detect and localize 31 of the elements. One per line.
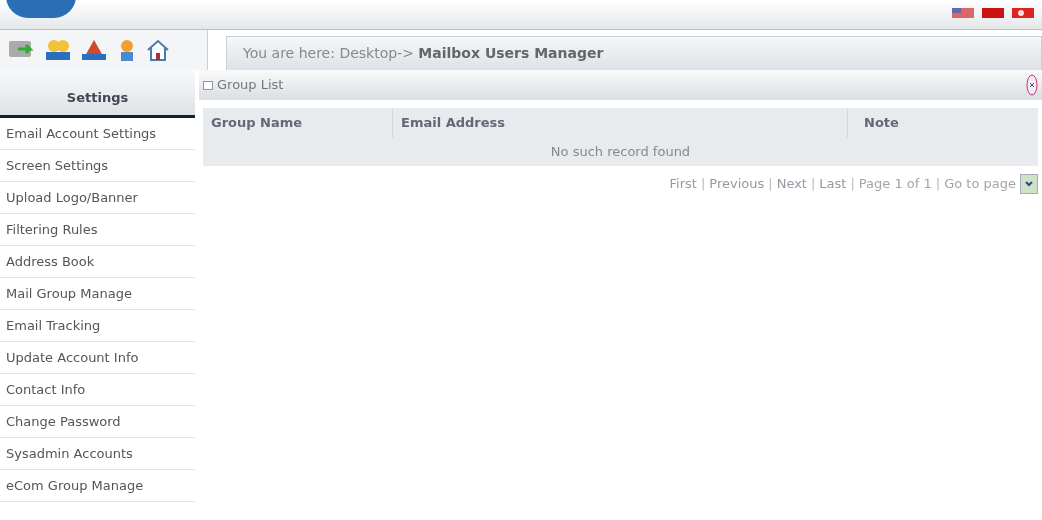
sidebar-item[interactable]: Filtering Rules [0, 214, 195, 246]
empty-message: No such record found [550, 143, 691, 162]
sidebar-title: Settings [0, 70, 195, 118]
sidebar-item[interactable]: Change Password [0, 406, 195, 438]
separator: | [700, 175, 706, 194]
separator: | [850, 175, 855, 194]
separator: | [810, 175, 816, 194]
sidebar-item[interactable]: Email Tracking [0, 310, 195, 342]
sidebar-item[interactable]: Sysadmin Accounts [0, 438, 195, 470]
caret-icon [1025, 181, 1033, 187]
column-header: Note [863, 114, 900, 133]
pager-label: Go to page [944, 175, 1016, 194]
sidebar-item[interactable]: Contact Info [0, 374, 195, 406]
page-select[interactable] [1020, 174, 1038, 194]
sidebar-item[interactable]: Screen Settings [0, 150, 195, 182]
sidebar-item[interactable]: eCom Group Manage [0, 470, 195, 502]
sidebar-item[interactable]: Mail Group Manage [0, 278, 195, 310]
sidebar-item[interactable]: Email Account Settings [0, 118, 195, 150]
separator: | [935, 175, 941, 194]
breadcrumb: You are here: Desktop-> Mailbox Users Manager [243, 44, 604, 63]
pager-label: Page 1 of 1 [858, 175, 932, 194]
home-icon[interactable] [146, 39, 170, 61]
panel-title: Group List [217, 76, 284, 95]
panel-icon [203, 80, 213, 90]
close-icon[interactable] [1026, 74, 1038, 96]
sidebar-item[interactable]: Update Account Info [0, 342, 195, 374]
flag-icon[interactable] [1012, 8, 1034, 18]
logo-icon [6, 0, 76, 18]
separator: | [768, 175, 773, 194]
sidebar-item[interactable]: Upload Logo/Banner [0, 182, 195, 214]
sidebar-item[interactable]: Address Book [0, 246, 195, 278]
